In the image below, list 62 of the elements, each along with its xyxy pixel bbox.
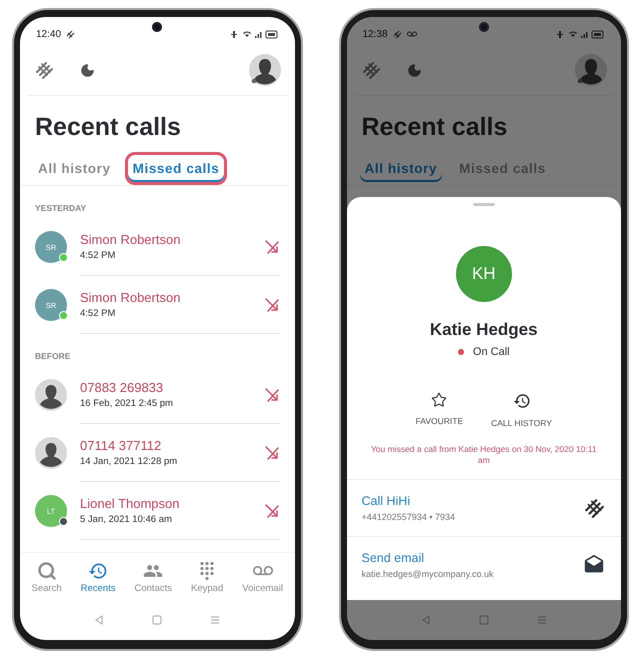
back-icon[interactable] <box>94 615 104 625</box>
nav-tab[interactable]: Contacts <box>134 561 172 594</box>
contact-action[interactable]: FAVOURITE <box>416 392 464 428</box>
nav-tab[interactable]: Recents <box>80 561 116 594</box>
clock-time: 12:40 <box>36 28 62 40</box>
caller-name[interactable]: 07883 269833 <box>80 380 264 395</box>
missed-call-icon[interactable] <box>264 386 280 402</box>
profile-avatar[interactable] <box>248 54 280 86</box>
logo-icon <box>360 60 380 80</box>
home-icon[interactable] <box>152 615 162 625</box>
contact-action[interactable]: CALL HISTORY <box>491 392 552 428</box>
status-label: On Call <box>472 346 510 358</box>
caller-name[interactable]: Simon Robertson <box>80 290 264 305</box>
avatar-silhouette <box>35 437 67 469</box>
caller-name[interactable]: 07114 377112 <box>80 438 264 453</box>
sync-icon <box>392 30 402 38</box>
status-icons <box>555 30 605 38</box>
sync-icon <box>66 30 76 38</box>
history-icon <box>88 561 108 581</box>
logo-icon <box>34 60 54 80</box>
menu-icon[interactable] <box>210 615 220 625</box>
missed-call-icon[interactable] <box>264 444 280 460</box>
action-detail: katie.hedges@mycompany.co.uk <box>362 568 495 579</box>
tab[interactable]: All history <box>356 152 446 185</box>
clock-time: 12:38 <box>362 28 388 40</box>
call-time: 4:52 PM <box>80 250 116 261</box>
caller-name[interactable]: Lionel Thompson <box>80 496 264 511</box>
search-icon <box>36 561 57 581</box>
sheet-handle[interactable] <box>472 203 495 206</box>
missed-call-notice: You missed a call from Katie Hedges on 30 Nov, 2020 10:11 am <box>370 444 598 467</box>
caller-name[interactable]: Simon Robertson <box>80 232 264 247</box>
nav-tab[interactable]: Search <box>32 561 62 594</box>
page-title: Recent calls <box>34 112 182 142</box>
tab[interactable]: Missed calls <box>124 152 228 185</box>
call-time: 16 Feb, 2021 2:45 pm <box>80 398 174 409</box>
call-time: 4:52 PM <box>80 308 116 319</box>
section-heading: YESTERDAY <box>34 202 88 215</box>
action-detail: +441202557934 • 7934 <box>362 512 456 522</box>
front-camera <box>478 22 489 32</box>
page-title: Recent calls <box>360 112 508 142</box>
history-icon <box>512 392 531 410</box>
call-time: 5 Jan, 2021 10:46 am <box>80 514 173 525</box>
moon-icon[interactable] <box>80 62 95 78</box>
logo-icon <box>583 496 605 519</box>
contact-avatar: KH <box>456 246 512 302</box>
missed-call-icon[interactable] <box>264 238 280 254</box>
moon-icon[interactable] <box>406 62 422 78</box>
star-icon <box>431 392 448 408</box>
avatar-silhouette <box>35 379 67 411</box>
missed-call-icon[interactable] <box>264 296 280 312</box>
missed-call-icon[interactable] <box>264 502 280 518</box>
action-title[interactable]: Call HiHi <box>362 494 583 508</box>
nav-tab[interactable]: Keypad <box>191 561 224 594</box>
tab[interactable]: All history <box>30 152 119 185</box>
action-title[interactable]: Send email <box>362 550 583 565</box>
nav-tab[interactable]: Voicemail <box>242 561 283 594</box>
front-camera <box>152 22 162 32</box>
call-time: 14 Jan, 2021 12:28 pm <box>80 456 178 467</box>
status-icons <box>228 30 278 38</box>
section-heading: BEFORE <box>34 350 72 363</box>
voicemail-icon <box>406 31 417 37</box>
contact-name: Katie Hedges <box>430 320 538 340</box>
